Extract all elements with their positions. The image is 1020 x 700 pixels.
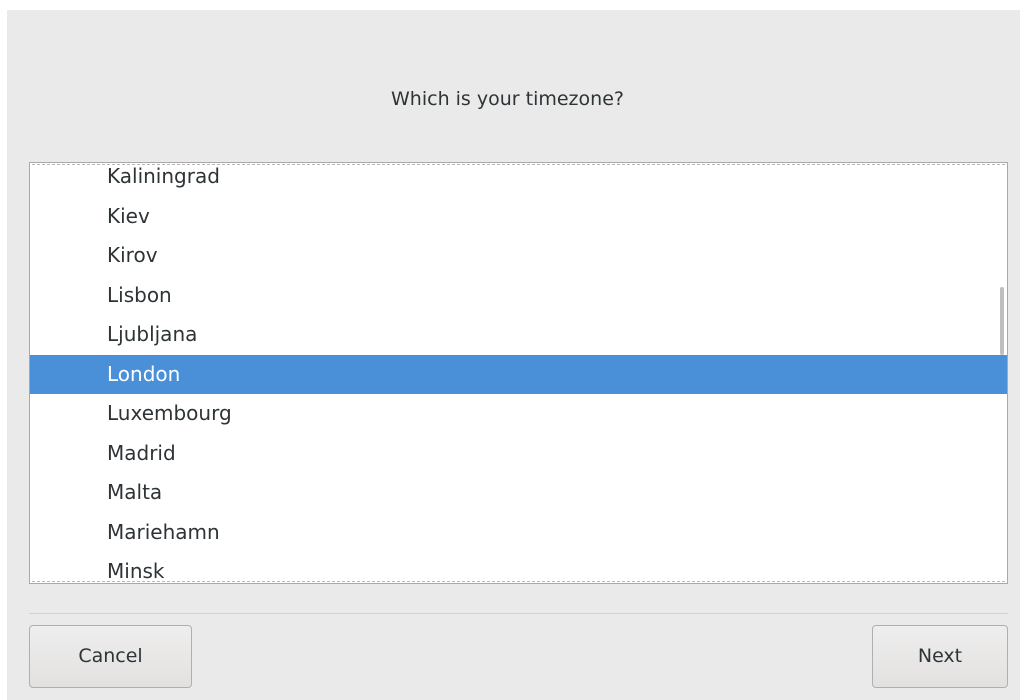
- window-top-edge: [0, 0, 1020, 10]
- list-item-kiev[interactable]: Kiev: [30, 197, 1007, 237]
- timezone-list-items: Kaliningrad Kiev Kirov Lisbon Ljubljana …: [30, 163, 1007, 583]
- list-scrollbar[interactable]: [1000, 287, 1004, 355]
- list-item-malta[interactable]: Malta: [30, 473, 1007, 513]
- list-item-kaliningrad[interactable]: Kaliningrad: [30, 163, 1007, 197]
- timezone-dialog: Which is your timezone? Kaliningrad Kiev…: [7, 10, 1020, 700]
- list-top-focus-border: [32, 164, 1005, 165]
- timezone-list[interactable]: Kaliningrad Kiev Kirov Lisbon Ljubljana …: [29, 162, 1008, 584]
- list-item-mariehamn[interactable]: Mariehamn: [30, 513, 1007, 553]
- list-item-ljubljana[interactable]: Ljubljana: [30, 315, 1007, 355]
- next-button[interactable]: Next: [872, 625, 1008, 688]
- list-item-minsk[interactable]: Minsk: [30, 552, 1007, 583]
- list-item-madrid[interactable]: Madrid: [30, 434, 1007, 474]
- dialog-question: Which is your timezone?: [391, 88, 624, 110]
- list-bottom-focus-border: [32, 581, 1005, 582]
- list-item-lisbon[interactable]: Lisbon: [30, 276, 1007, 316]
- list-item-luxembourg[interactable]: Luxembourg: [30, 394, 1007, 434]
- list-item-london-selected[interactable]: London: [30, 354, 1007, 394]
- list-item-kirov[interactable]: Kirov: [30, 236, 1007, 276]
- button-separator: [29, 613, 1008, 614]
- cancel-button[interactable]: Cancel: [29, 625, 192, 688]
